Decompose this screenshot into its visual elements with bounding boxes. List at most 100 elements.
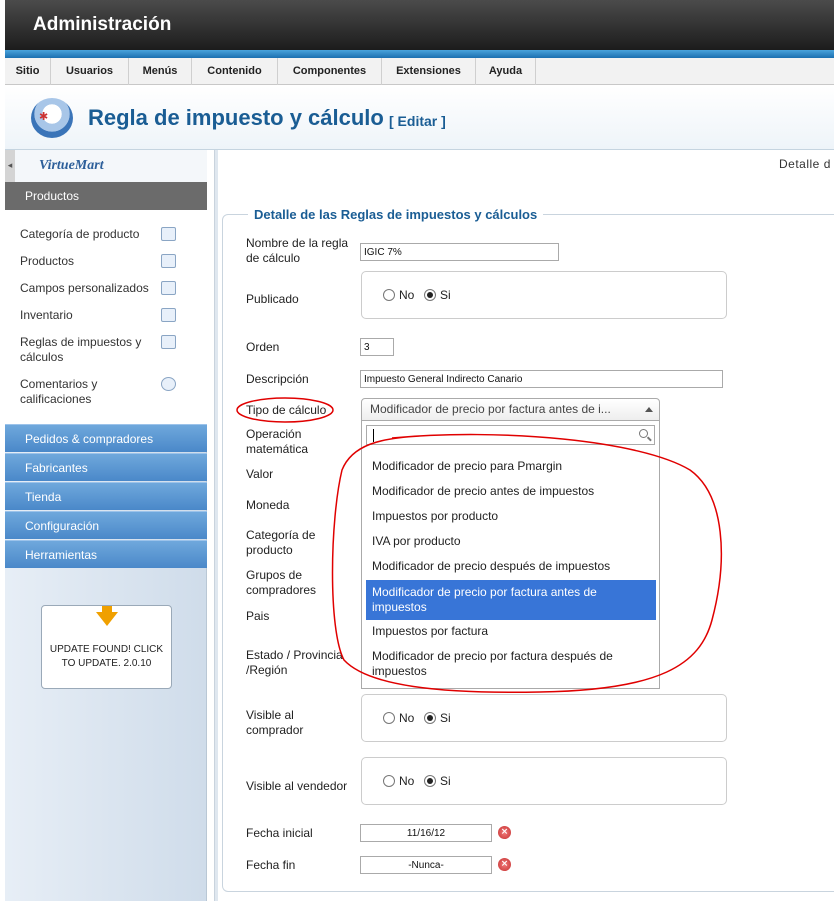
products-icon xyxy=(161,254,176,268)
logo-glyph-icon: ✱ xyxy=(39,110,49,123)
update-text: UPDATE FOUND! CLICK TO UPDATE. 2.0.10 xyxy=(49,644,164,669)
inventory-icon xyxy=(161,308,176,322)
chevron-up-icon xyxy=(645,407,653,412)
tax-rules-icon xyxy=(161,335,176,349)
collapse-sidebar-icon[interactable]: ◂ xyxy=(5,150,15,182)
sidebar-item-categoria[interactable]: Categoría de producto xyxy=(20,227,160,242)
option-tax-per-product[interactable]: Impuestos por producto xyxy=(366,509,656,524)
virtuemart-logo-icon: ✱ xyxy=(31,98,73,138)
custom-fields-icon xyxy=(161,281,176,295)
visible-seller-label: Visible al vendedor xyxy=(246,779,348,793)
published-radio-group: No Si xyxy=(361,271,727,319)
sidebar-item-campos[interactable]: Campos personalizados xyxy=(20,281,160,296)
sidebar-section-pedidos[interactable]: Pedidos & compradores xyxy=(5,424,207,452)
sidebar-section-tienda[interactable]: Tienda xyxy=(5,482,207,510)
option-before-tax[interactable]: Modificador de precio antes de impuestos xyxy=(366,484,656,499)
admin-header: Administración xyxy=(5,0,834,50)
radio-yes-icon[interactable] xyxy=(424,712,436,724)
no-label: No xyxy=(399,774,415,788)
no-label: No xyxy=(399,711,415,725)
yes-label: Si xyxy=(440,711,451,725)
update-button[interactable]: UPDATE FOUND! CLICK TO UPDATE. 2.0.10 xyxy=(41,605,172,689)
sidebar-section-herramientas[interactable]: Herramientas xyxy=(5,540,207,568)
menu-extensiones[interactable]: Extensiones xyxy=(382,58,476,85)
comments-icon xyxy=(161,377,176,391)
header-accent-bar xyxy=(5,50,834,58)
published-yes[interactable]: Si xyxy=(424,288,451,302)
virtuemart-brand: ◂ VirtueMart xyxy=(5,150,207,182)
visible-buyer-yes[interactable]: Si xyxy=(424,711,451,725)
sidebar-item-productos[interactable]: Productos xyxy=(20,254,160,269)
clear-start-date-icon[interactable]: × xyxy=(498,826,511,839)
menu-contenido[interactable]: Contenido xyxy=(192,58,278,85)
radio-no-icon[interactable] xyxy=(383,775,395,787)
option-tax-per-bill[interactable]: Impuestos por factura xyxy=(366,624,656,639)
product-category-label: Categoría de producto xyxy=(246,528,316,557)
country-label: Pais xyxy=(246,609,270,623)
menu-sitio[interactable]: Sitio xyxy=(5,58,51,85)
visible-seller-radio-group: No Si xyxy=(361,757,727,805)
visible-seller-no[interactable]: No xyxy=(383,774,414,788)
option-pmargin[interactable]: Modificador de precio para Pmargin xyxy=(366,459,656,474)
panel-divider xyxy=(214,150,218,901)
radio-no-icon[interactable] xyxy=(383,289,395,301)
visible-buyer-radio-group: No Si xyxy=(361,694,727,742)
search-icon xyxy=(639,429,648,438)
order-label: Orden xyxy=(246,340,280,354)
option-bill-before-tax[interactable]: Modificador de precio por factura antes … xyxy=(366,580,656,620)
dropdown-search-input[interactable] xyxy=(366,425,655,445)
download-arrow-icon xyxy=(96,612,118,626)
sidebar-item-comentarios[interactable]: Comentarios y calificaciones xyxy=(20,377,160,407)
yes-label: Si xyxy=(440,774,451,788)
published-no[interactable]: No xyxy=(383,288,414,302)
yes-label: Si xyxy=(440,288,451,302)
sidebar-section-fabricantes[interactable]: Fabricantes xyxy=(5,453,207,481)
currency-label: Moneda xyxy=(246,498,290,512)
start-date-label: Fecha inicial xyxy=(246,826,313,840)
admin-title: Administración xyxy=(33,14,172,35)
edit-indicator: [ Editar ] xyxy=(389,113,446,129)
buyer-groups-label: Grupos de compradores xyxy=(246,568,317,597)
start-date-input[interactable]: 11/16/12 xyxy=(360,824,492,842)
main-menu: Sitio Usuarios Menús Contenido Component… xyxy=(5,58,834,85)
order-input[interactable]: 3 xyxy=(360,338,394,356)
option-vat-per-product[interactable]: IVA por producto xyxy=(366,534,656,549)
text-cursor xyxy=(373,429,374,442)
menu-ayuda[interactable]: Ayuda xyxy=(476,58,536,85)
end-date-input[interactable]: -Nunca- xyxy=(360,856,492,874)
name-label: Nombre de la regla de cálculo xyxy=(246,236,349,265)
menu-menus[interactable]: Menús xyxy=(129,58,192,85)
visible-buyer-label: Visible al comprador xyxy=(246,708,304,737)
description-label: Descripción xyxy=(246,372,309,386)
math-op-label: Operación matemática xyxy=(246,427,309,456)
page-title-block: ✱ Regla de impuesto y cálculo [ Editar ] xyxy=(5,86,834,150)
menu-componentes[interactable]: Componentes xyxy=(278,58,382,85)
sidebar-item-reglas[interactable]: Reglas de impuestos y cálculos xyxy=(20,335,160,365)
calc-type-selected: Modificador de precio por factura antes … xyxy=(370,402,611,416)
end-date-label: Fecha fin xyxy=(246,858,296,872)
option-bill-after-tax[interactable]: Modificador de precio por factura despué… xyxy=(366,649,656,679)
name-input[interactable]: IGIC 7% xyxy=(360,243,559,261)
brand-label: VirtueMart xyxy=(39,158,104,173)
visible-seller-yes[interactable]: Si xyxy=(424,774,451,788)
menu-usuarios[interactable]: Usuarios xyxy=(51,58,129,85)
page-title: Regla de impuesto y cálculo xyxy=(88,105,384,130)
no-label: No xyxy=(399,288,415,302)
value-label: Valor xyxy=(246,467,274,481)
published-label: Publicado xyxy=(246,292,299,306)
radio-yes-icon[interactable] xyxy=(424,289,436,301)
sidebar-section-productos[interactable]: Productos xyxy=(5,182,207,210)
sidebar-submenu: Categoría de producto Productos Campos p… xyxy=(5,210,207,424)
description-input[interactable]: Impuesto General Indirecto Canario xyxy=(360,370,723,388)
option-after-tax[interactable]: Modificador de precio después de impuest… xyxy=(366,559,656,574)
visible-buyer-no[interactable]: No xyxy=(383,711,414,725)
clear-end-date-icon[interactable]: × xyxy=(498,858,511,871)
state-label: Estado / Provincia /Región xyxy=(246,648,343,677)
sidebar-section-configuracion[interactable]: Configuración xyxy=(5,511,207,539)
sidebar-item-inventario[interactable]: Inventario xyxy=(20,308,160,323)
calc-type-label: Tipo de cálculo xyxy=(246,403,327,417)
calc-type-dropdown: Modificador de precio para Pmargin Modif… xyxy=(361,421,660,689)
radio-yes-icon[interactable] xyxy=(424,775,436,787)
radio-no-icon[interactable] xyxy=(383,712,395,724)
calc-type-select[interactable]: Modificador de precio por factura antes … xyxy=(361,398,660,421)
